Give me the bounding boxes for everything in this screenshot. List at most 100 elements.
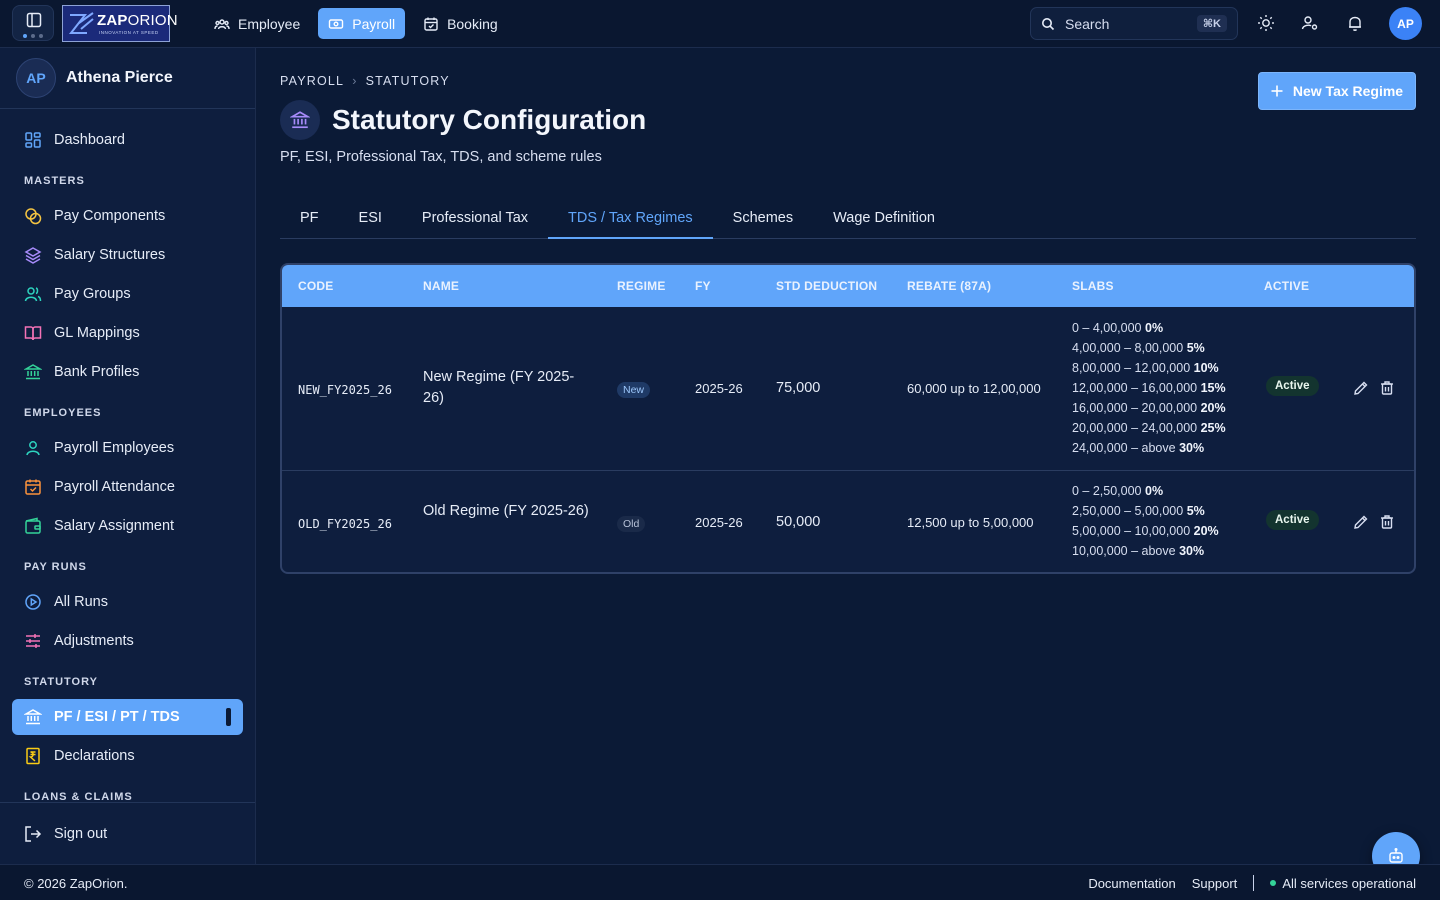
tab-wage-definition[interactable]: Wage Definition [813,198,955,238]
bank-icon [24,363,42,381]
slabs-list: 0 – 4,00,000 0% 4,00,000 – 8,00,000 5% 8… [1072,318,1226,458]
edit-pencil-icon[interactable] [1353,380,1369,396]
user-profile[interactable]: AP Athena Pierce [0,48,255,109]
column-header-fy[interactable]: FY [695,279,711,293]
search-input[interactable]: Search [1065,16,1197,32]
calendar-check-icon [24,478,42,496]
sidebar-item-pay-groups[interactable]: Pay Groups [12,276,243,312]
sidebar-item-payroll-employees[interactable]: Payroll Employees [12,430,243,466]
code-cell: NEW_FY2025_26 [298,383,392,397]
table-header: CODE NAME REGIME FY STD DEDUCTION REBATE… [282,265,1414,307]
column-header-name[interactable]: NAME [423,279,459,293]
sidebar-nav: Dashboard MASTERS Pay Components Salary … [0,109,255,802]
logo-mark-icon [67,11,95,37]
name-cell: New Regime (FY 2025-26) [423,369,575,406]
panel-icon [26,12,42,28]
sidebar-item-gl-mappings[interactable]: GL Mappings [12,315,243,351]
breadcrumb-statutory: STATUTORY [365,74,450,88]
statutory-tabs: PF ESI Professional Tax TDS / Tax Regime… [280,198,1416,239]
sidebar-item-payroll-attendance[interactable]: Payroll Attendance [12,469,243,505]
avatar[interactable]: AP [1389,7,1422,40]
status-dot-icon [1270,880,1277,886]
user-icon [24,439,42,457]
user-settings-icon[interactable] [1301,14,1319,32]
layers-icon [24,246,42,264]
sidebar-item-adjustments[interactable]: Adjustments [12,623,243,659]
cash-icon [328,16,344,32]
slab-item: 12,00,000 – 16,00,000 15% [1072,381,1226,395]
column-header-regime[interactable]: REGIME [617,279,666,293]
tab-tds-tax-regimes[interactable]: TDS / Tax Regimes [548,198,713,239]
sidebar-item-pay-components[interactable]: Pay Components [12,198,243,234]
tab-schemes[interactable]: Schemes [713,198,813,238]
bot-icon [1387,847,1405,865]
slab-item: 5,00,000 – 10,00,000 20% [1072,524,1219,538]
column-header-rebate[interactable]: REBATE (87A) [907,279,991,293]
page-subtitle: PF, ESI, Professional Tax, TDS, and sche… [280,149,602,165]
edit-pencil-icon[interactable] [1353,514,1369,530]
table-row[interactable]: OLD_FY2025_26 Old Regime (FY 2025-26) Ol… [282,470,1414,572]
regime-badge: New [617,381,651,398]
active-indicator [226,708,231,726]
column-header-std-deduction[interactable]: STD DEDUCTION [776,279,877,293]
sidebar-toggle-button[interactable] [12,5,54,41]
slab-item: 10,00,000 – above 30% [1072,544,1205,558]
column-header-code[interactable]: CODE [298,279,333,293]
logout-icon [24,825,42,843]
column-header-active[interactable]: ACTIVE [1264,279,1309,293]
support-link[interactable]: Support [1192,876,1238,891]
slab-item: 0 – 2,50,000 0% [1072,484,1164,498]
sidebar-item-declarations[interactable]: Declarations [12,738,243,774]
book-open-icon [24,324,42,342]
topnav-employee[interactable]: Employee [204,8,310,39]
sidebar-item-statutory[interactable]: PF / ESI / PT / TDS [12,699,243,735]
chevron-right-icon: › [352,74,358,88]
trash-icon[interactable] [1379,380,1395,396]
rebate-cell: 12,500 up to 5,00,000 [907,515,1034,530]
slab-item: 4,00,000 – 8,00,000 5% [1072,341,1205,355]
tab-pf[interactable]: PF [280,198,339,238]
coins-icon [24,207,42,225]
status-badge: Active [1266,376,1319,396]
tax-regimes-table: CODE NAME REGIME FY STD DEDUCTION REBATE… [280,263,1416,574]
section-statutory: STATUTORY [24,676,98,688]
trash-icon[interactable] [1379,514,1395,530]
tab-esi[interactable]: ESI [339,198,402,238]
sign-out-button[interactable]: Sign out [0,802,255,864]
top-bar: ZAPORION INNOVATION AT SPEED Employee Pa… [0,0,1440,48]
brand-wordmark: ZAPORION [97,12,178,29]
theme-sun-icon[interactable] [1257,14,1275,32]
bank-icon [24,708,42,726]
sidebar-item-salary-structures[interactable]: Salary Structures [12,237,243,273]
search-icon [1041,17,1055,31]
slab-item: 0 – 4,00,000 0% [1072,321,1164,335]
new-tax-regime-button[interactable]: New Tax Regime [1258,72,1416,110]
brand-logo[interactable]: ZAPORION INNOVATION AT SPEED [62,5,178,42]
column-header-slabs[interactable]: SLABS [1072,279,1114,293]
fy-cell: 2025-26 [695,381,743,396]
documentation-link[interactable]: Documentation [1088,876,1175,891]
user-name: Athena Pierce [66,69,173,86]
sidebar-item-all-runs[interactable]: All Runs [12,584,243,620]
slab-item: 16,00,000 – 20,00,000 20% [1072,401,1226,415]
sidebar-item-salary-assignment[interactable]: Salary Assignment [12,508,243,544]
table-row[interactable]: NEW_FY2025_26 New Regime (FY 2025-26) Ne… [282,307,1414,470]
sliders-icon [24,632,42,650]
page-header: Statutory Configuration [280,100,646,140]
std-deduction-cell: 50,000 [776,514,821,530]
tab-professional-tax[interactable]: Professional Tax [402,198,548,238]
regime-badge: Old [617,515,646,532]
slabs-list: 0 – 2,50,000 0% 2,50,000 – 5,00,000 5% 5… [1072,481,1219,561]
bell-icon[interactable] [1346,14,1364,32]
section-masters: MASTERS [24,175,85,187]
global-search[interactable]: Search ⌘K [1030,7,1238,40]
section-loans: LOANS & CLAIMS [24,791,133,802]
topnav-booking[interactable]: Booking [413,8,508,39]
topnav-payroll[interactable]: Payroll [318,8,406,39]
search-shortcut: ⌘K [1196,15,1227,32]
brand-tagline: INNOVATION AT SPEED [99,30,159,35]
breadcrumb-payroll[interactable]: PAYROLL [280,74,344,88]
sidebar-item-bank-profiles[interactable]: Bank Profiles [12,354,243,390]
sidebar-item-dashboard[interactable]: Dashboard [12,122,243,158]
breadcrumb: PAYROLL › STATUTORY [280,74,450,88]
